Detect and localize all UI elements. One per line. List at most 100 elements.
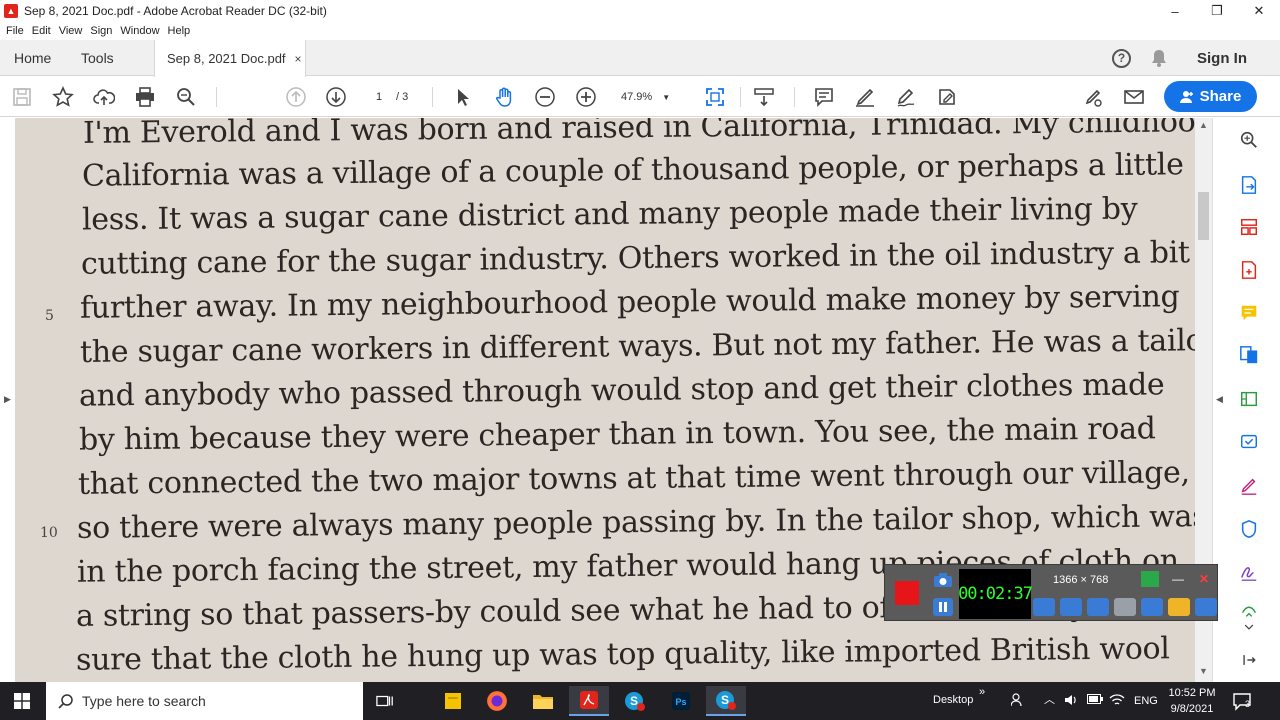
menu-file[interactable]: File (6, 25, 24, 37)
expand-left-panel-icon[interactable]: ▶ (4, 394, 11, 405)
tab-document[interactable]: Sep 8, 2021 Doc.pdf × (154, 40, 306, 77)
zoom-search-icon[interactable] (1238, 129, 1260, 151)
collapse-pane-icon[interactable]: ◀ (1216, 394, 1223, 405)
skype-active-icon[interactable]: S (706, 686, 746, 716)
pause-icon[interactable] (933, 598, 953, 616)
volume-icon[interactable] (1064, 693, 1078, 710)
fill-sign-icon[interactable] (935, 85, 959, 109)
webcam-icon[interactable] (1087, 598, 1109, 616)
acrobat-taskbar-icon[interactable] (569, 686, 609, 716)
sticky-notes-icon[interactable] (433, 686, 473, 716)
fill-sign-panel-icon[interactable] (1238, 475, 1260, 497)
page-number-input[interactable]: 1 (364, 86, 394, 108)
menu-sign[interactable]: Sign (90, 25, 112, 37)
taskbar-search-box[interactable]: Type here to search (46, 682, 363, 720)
bell-icon[interactable] (1151, 49, 1167, 67)
send-review-icon[interactable] (1238, 431, 1260, 453)
file-explorer-icon[interactable] (523, 686, 563, 716)
text-line: California was a village of a couple of … (81, 147, 1184, 194)
tray-overflow-icon[interactable]: ︿ (1044, 691, 1055, 707)
scroll-down-icon[interactable]: ▼ (1199, 666, 1208, 676)
desktop-toolbar[interactable]: Desktop (933, 694, 973, 706)
email-icon[interactable] (1122, 85, 1146, 109)
camera-icon[interactable] (933, 572, 953, 588)
sign-pen-icon[interactable] (894, 85, 918, 109)
screen-area-icon[interactable] (1141, 571, 1159, 587)
minimize-button[interactable]: – (1154, 0, 1196, 22)
text-line: so there were always many people passing… (76, 499, 1195, 546)
comment-icon[interactable] (812, 85, 836, 109)
share-button[interactable]: Share (1164, 81, 1257, 112)
export-pdf-icon[interactable] (1238, 174, 1260, 196)
edit-link-icon[interactable] (1081, 85, 1105, 109)
menu-edit[interactable]: Edit (32, 25, 51, 37)
notification-center-icon[interactable]: 3 (1232, 691, 1252, 711)
page-fit-icon[interactable] (703, 85, 727, 109)
battery-icon[interactable] (1087, 694, 1103, 707)
minimize-recorder-icon[interactable]: — (1169, 571, 1187, 587)
line-number: 10 (40, 525, 58, 541)
window-title: Sep 8, 2021 Doc.pdf - Adobe Acrobat Read… (24, 4, 327, 18)
cloud-upload-icon[interactable] (92, 85, 116, 109)
zoom-in-icon[interactable] (574, 85, 598, 109)
request-signature-icon[interactable] (1238, 561, 1260, 583)
scrollbar-thumb[interactable] (1198, 192, 1209, 240)
combine-files-icon[interactable] (1238, 344, 1260, 366)
search-placeholder: Type here to search (82, 693, 206, 709)
tab-tools[interactable]: Tools (81, 40, 114, 76)
sign-in-link[interactable]: Sign In (1197, 50, 1247, 67)
next-page-icon[interactable] (324, 85, 348, 109)
microphone-icon[interactable] (1060, 598, 1082, 616)
search-icon (58, 694, 73, 709)
menu-view[interactable]: View (59, 25, 83, 37)
scroll-up-icon[interactable]: ▲ (1199, 120, 1208, 130)
windows-start-icon[interactable] (0, 682, 44, 720)
text-line: and anybody who passed through would sto… (78, 367, 1165, 414)
people-icon[interactable] (1010, 693, 1025, 710)
system-clock[interactable]: 10:52 PM 9/8/2021 (1162, 685, 1222, 717)
clock-date: 9/8/2021 (1170, 703, 1214, 715)
star-icon[interactable] (51, 85, 75, 109)
resolution-label: 1366 × 768 (1053, 574, 1109, 586)
help-icon[interactable]: ? (1112, 48, 1131, 68)
menu-help[interactable]: Help (168, 25, 191, 37)
create-pdf-icon[interactable] (1238, 259, 1260, 281)
scroll-mode-icon[interactable] (752, 85, 776, 109)
restore-button[interactable]: ❐ (1196, 0, 1238, 22)
comment-panel-icon[interactable] (1238, 302, 1260, 324)
tab-close-icon[interactable]: × (295, 52, 302, 66)
record-button[interactable] (895, 581, 919, 605)
collapse-tools-icon[interactable] (1238, 649, 1260, 671)
select-cursor-icon[interactable] (451, 85, 475, 109)
menu-window[interactable]: Window (120, 25, 159, 37)
tab-document-label: Sep 8, 2021 Doc.pdf (167, 51, 286, 66)
find-icon[interactable] (174, 85, 198, 109)
pen-icon[interactable] (1141, 598, 1163, 616)
language-indicator[interactable]: ENG (1134, 695, 1158, 707)
hand-tool-icon[interactable] (492, 85, 516, 109)
photoshop-icon[interactable]: Ps (661, 686, 701, 716)
close-recorder-icon[interactable]: ✕ (1195, 571, 1213, 587)
cursor-icon[interactable] (1114, 598, 1136, 616)
close-button[interactable]: ✕ (1238, 0, 1280, 22)
task-view-icon[interactable] (365, 686, 405, 716)
chevron-down-icon[interactable] (1238, 616, 1260, 638)
folder-icon[interactable] (1168, 598, 1190, 616)
skype-icon[interactable]: S (615, 686, 655, 716)
previous-page-icon[interactable] (284, 85, 308, 109)
print-icon[interactable] (133, 85, 157, 109)
window-controls: – ❐ ✕ (1154, 0, 1280, 22)
zoom-out-icon[interactable] (533, 85, 557, 109)
tab-home[interactable]: Home (14, 40, 51, 76)
toolbar-chevron[interactable]: » (979, 686, 985, 698)
edit-pdf-icon[interactable] (1238, 388, 1260, 410)
speaker-icon[interactable] (1033, 598, 1055, 616)
zoom-dropdown[interactable]: 47.9% ▼ (615, 86, 679, 108)
highlight-pen-icon[interactable] (853, 85, 877, 109)
organize-pages-icon[interactable] (1238, 216, 1260, 238)
save-icon[interactable] (10, 85, 34, 109)
firefox-icon[interactable] (477, 686, 517, 716)
settings-gear-icon[interactable] (1195, 598, 1217, 616)
wifi-icon[interactable] (1109, 693, 1125, 710)
protect-shield-icon[interactable] (1238, 518, 1260, 540)
